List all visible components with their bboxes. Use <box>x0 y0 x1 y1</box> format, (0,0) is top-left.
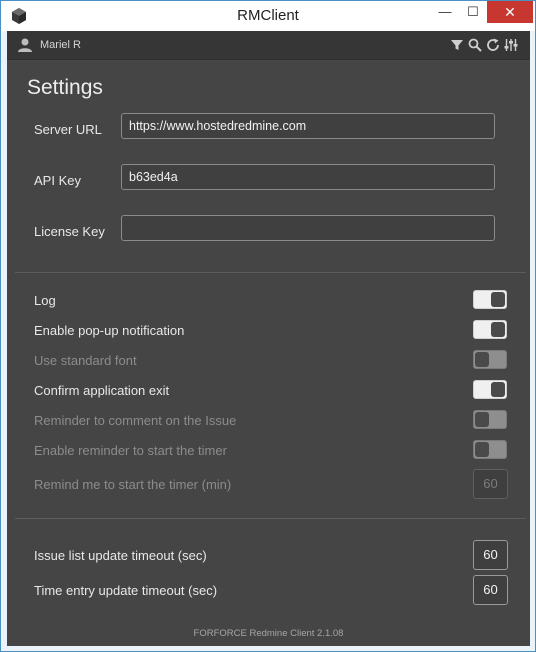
section-divider <box>15 518 526 519</box>
refresh-icon[interactable] <box>486 38 500 52</box>
standard-font-toggle[interactable] <box>473 350 507 369</box>
log-toggle[interactable] <box>473 290 507 309</box>
api-key-input[interactable]: b63ed4a <box>121 164 495 190</box>
license-key-label: License Key <box>34 224 105 239</box>
section-divider <box>15 272 526 273</box>
comment-reminder-label: Reminder to comment on the Issue <box>34 413 237 428</box>
settings-sliders-icon[interactable] <box>504 38 518 52</box>
user-name[interactable]: Mariel R <box>40 39 81 51</box>
api-key-label: API Key <box>34 173 81 188</box>
log-label: Log <box>34 293 56 308</box>
comment-reminder-toggle[interactable] <box>473 410 507 429</box>
server-url-label: Server URL <box>34 122 102 137</box>
title-bar[interactable]: RMClient — ☐ ✕ <box>1 1 535 31</box>
popup-notification-toggle[interactable] <box>473 320 507 339</box>
server-url-input[interactable]: https://www.hostedredmine.com <box>121 113 495 139</box>
settings-panel: Settings Server URL https://www.hostedre… <box>7 59 530 646</box>
time-entry-timeout-input[interactable]: 60 <box>473 575 508 605</box>
close-button[interactable]: ✕ <box>487 1 533 23</box>
user-avatar-icon[interactable] <box>17 37 33 53</box>
remind-timer-label: Remind me to start the timer (min) <box>34 477 232 492</box>
standard-font-label: Use standard font <box>34 353 137 368</box>
remind-timer-input[interactable]: 60 <box>473 469 508 499</box>
maximize-button[interactable]: ☐ <box>459 1 487 23</box>
issue-timeout-label: Issue list update timeout (sec) <box>34 548 207 563</box>
confirm-exit-toggle[interactable] <box>473 380 507 399</box>
confirm-exit-label: Confirm application exit <box>34 383 170 398</box>
minimize-button[interactable]: — <box>431 1 459 23</box>
user-bar: Mariel R <box>7 31 530 59</box>
issue-timeout-input[interactable]: 60 <box>473 540 508 570</box>
version-footer: FORFORCE Redmine Client 2.1.08 <box>193 628 344 639</box>
time-entry-timeout-label: Time entry update timeout (sec) <box>34 583 218 598</box>
app-window: RMClient — ☐ ✕ Mariel R Settings Server … <box>0 0 536 652</box>
license-key-input[interactable] <box>121 215 495 241</box>
timer-reminder-toggle[interactable] <box>473 440 507 459</box>
popup-notification-label: Enable pop-up notification <box>34 323 185 338</box>
search-icon[interactable] <box>468 38 482 52</box>
page-title: Settings <box>27 76 103 99</box>
filter-icon[interactable] <box>450 38 464 52</box>
app-content: Mariel R Settings Server URL https://www… <box>7 31 530 646</box>
timer-reminder-label: Enable reminder to start the timer <box>34 443 227 458</box>
